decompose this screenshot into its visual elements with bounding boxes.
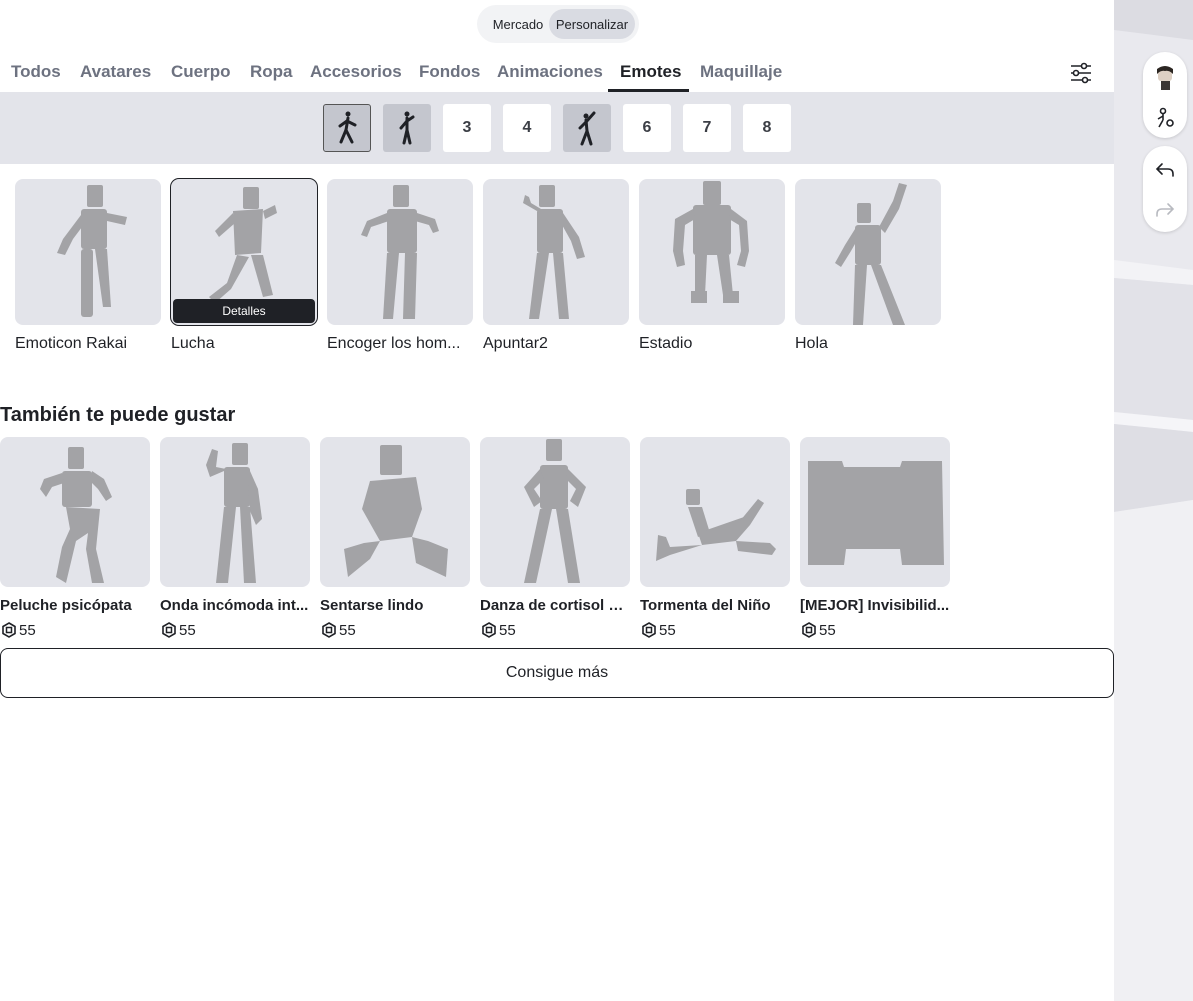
tab-avatares[interactable]: Avatares bbox=[80, 62, 151, 82]
item-price: 55 bbox=[1, 620, 36, 640]
customize-toggle-button[interactable]: Personalizar bbox=[549, 9, 635, 39]
emote-name: Estadio bbox=[639, 335, 693, 352]
tab-ropa[interactable]: Ropa bbox=[250, 62, 293, 82]
emote-preview-image bbox=[673, 181, 749, 303]
emote-preview-image bbox=[206, 443, 262, 583]
price-value: 55 bbox=[499, 621, 516, 639]
emote-name: Lucha bbox=[171, 335, 215, 352]
emote-slot-7[interactable]: 7 bbox=[683, 104, 731, 152]
emote-preview-image bbox=[835, 183, 907, 325]
emote-slot-5[interactable] bbox=[563, 104, 611, 152]
robux-icon bbox=[162, 622, 176, 638]
details-button[interactable]: Detalles bbox=[173, 299, 315, 323]
avatar-3d-viewport[interactable] bbox=[1114, 0, 1193, 1001]
tab-fondos[interactable]: Fondos bbox=[419, 62, 480, 82]
item-name: Onda incómoda int... bbox=[160, 597, 309, 614]
undo-icon[interactable] bbox=[1143, 150, 1187, 190]
recommended-card[interactable] bbox=[160, 437, 310, 587]
emote-slot-8[interactable]: 8 bbox=[743, 104, 791, 152]
emote-card[interactable] bbox=[795, 179, 941, 325]
recommended-card[interactable] bbox=[0, 437, 150, 587]
emote-preview-image bbox=[40, 447, 112, 583]
recommended-title: También te puede gustar bbox=[0, 404, 236, 426]
emote-name: Emoticon Rakai bbox=[15, 335, 128, 352]
emote-figure-icon bbox=[399, 111, 415, 145]
item-name: Danza de cortisol b... bbox=[480, 597, 630, 614]
emote-slot-1[interactable] bbox=[323, 104, 371, 152]
emote-card-selected[interactable]: Detalles bbox=[171, 179, 317, 325]
emote-card[interactable] bbox=[15, 179, 161, 325]
tab-maquillaje[interactable]: Maquillaje bbox=[700, 62, 782, 82]
emote-card[interactable] bbox=[639, 179, 785, 325]
emote-slot-4[interactable]: 4 bbox=[503, 104, 551, 152]
robux-icon bbox=[322, 622, 336, 638]
emote-name: Apuntar2 bbox=[483, 335, 548, 352]
tab-accesorios[interactable]: Accesorios bbox=[310, 62, 402, 82]
avatar-settings-icon[interactable] bbox=[1143, 98, 1187, 138]
avatar-thumbnail[interactable] bbox=[1143, 58, 1187, 98]
robux-icon bbox=[802, 622, 816, 638]
emote-preview-image bbox=[344, 445, 448, 577]
tab-animaciones[interactable]: Animaciones bbox=[497, 62, 603, 82]
robux-icon bbox=[2, 622, 16, 638]
price-value: 55 bbox=[19, 621, 36, 639]
recommended-card[interactable] bbox=[320, 437, 470, 587]
item-name: Sentarse lindo bbox=[320, 597, 424, 614]
recommended-card[interactable] bbox=[640, 437, 790, 587]
robux-icon bbox=[482, 622, 496, 638]
tab-cuerpo[interactable]: Cuerpo bbox=[171, 62, 231, 82]
emote-name: Hola bbox=[795, 335, 828, 352]
mode-toggle: Mercado Personalizar bbox=[477, 5, 639, 43]
market-toggle-button[interactable]: Mercado bbox=[481, 9, 555, 39]
item-price: 55 bbox=[641, 620, 676, 640]
item-price: 55 bbox=[161, 620, 196, 640]
history-group bbox=[1143, 146, 1187, 232]
emote-preview-image bbox=[656, 489, 776, 561]
emote-slot-bar: 3 4 6 7 8 bbox=[0, 92, 1114, 164]
item-price: 55 bbox=[801, 620, 836, 640]
item-name: Peluche psicópata bbox=[0, 597, 132, 614]
item-price: 55 bbox=[321, 620, 356, 640]
item-name: [MEJOR] Invisibilid... bbox=[800, 597, 950, 614]
emote-slot-2[interactable] bbox=[383, 104, 431, 152]
filter-icon[interactable] bbox=[1066, 58, 1096, 88]
emote-preview-image bbox=[361, 185, 439, 319]
emote-slot-3[interactable]: 3 bbox=[443, 104, 491, 152]
emote-preview-image bbox=[524, 439, 586, 583]
emote-slot-6[interactable]: 6 bbox=[623, 104, 671, 152]
emote-name: Encoger los hom... bbox=[327, 335, 461, 352]
price-value: 55 bbox=[819, 621, 836, 639]
avatar-tools-group bbox=[1143, 52, 1187, 138]
tab-todos[interactable]: Todos bbox=[11, 62, 61, 82]
robux-icon bbox=[642, 622, 656, 638]
emote-figure-icon bbox=[578, 111, 596, 146]
emote-card[interactable] bbox=[483, 179, 629, 325]
recommended-card[interactable] bbox=[800, 437, 950, 587]
redo-icon[interactable] bbox=[1143, 190, 1187, 230]
emote-card[interactable] bbox=[327, 179, 473, 325]
emote-preview-image bbox=[57, 185, 127, 317]
item-price: 55 bbox=[481, 620, 516, 640]
emote-figure-icon bbox=[338, 111, 357, 144]
price-value: 55 bbox=[179, 621, 196, 639]
emote-preview-image bbox=[523, 185, 585, 319]
emote-preview-image bbox=[808, 461, 944, 565]
recommended-card[interactable] bbox=[480, 437, 630, 587]
price-value: 55 bbox=[339, 621, 356, 639]
get-more-button[interactable]: Consigue más bbox=[0, 648, 1114, 698]
tab-emotes[interactable]: Emotes bbox=[620, 62, 681, 82]
item-name: Tormenta del Niño bbox=[640, 597, 771, 614]
avatar-editor-panel: Mercado Personalizar Todos Avatares Cuer… bbox=[0, 0, 1114, 1001]
price-value: 55 bbox=[659, 621, 676, 639]
